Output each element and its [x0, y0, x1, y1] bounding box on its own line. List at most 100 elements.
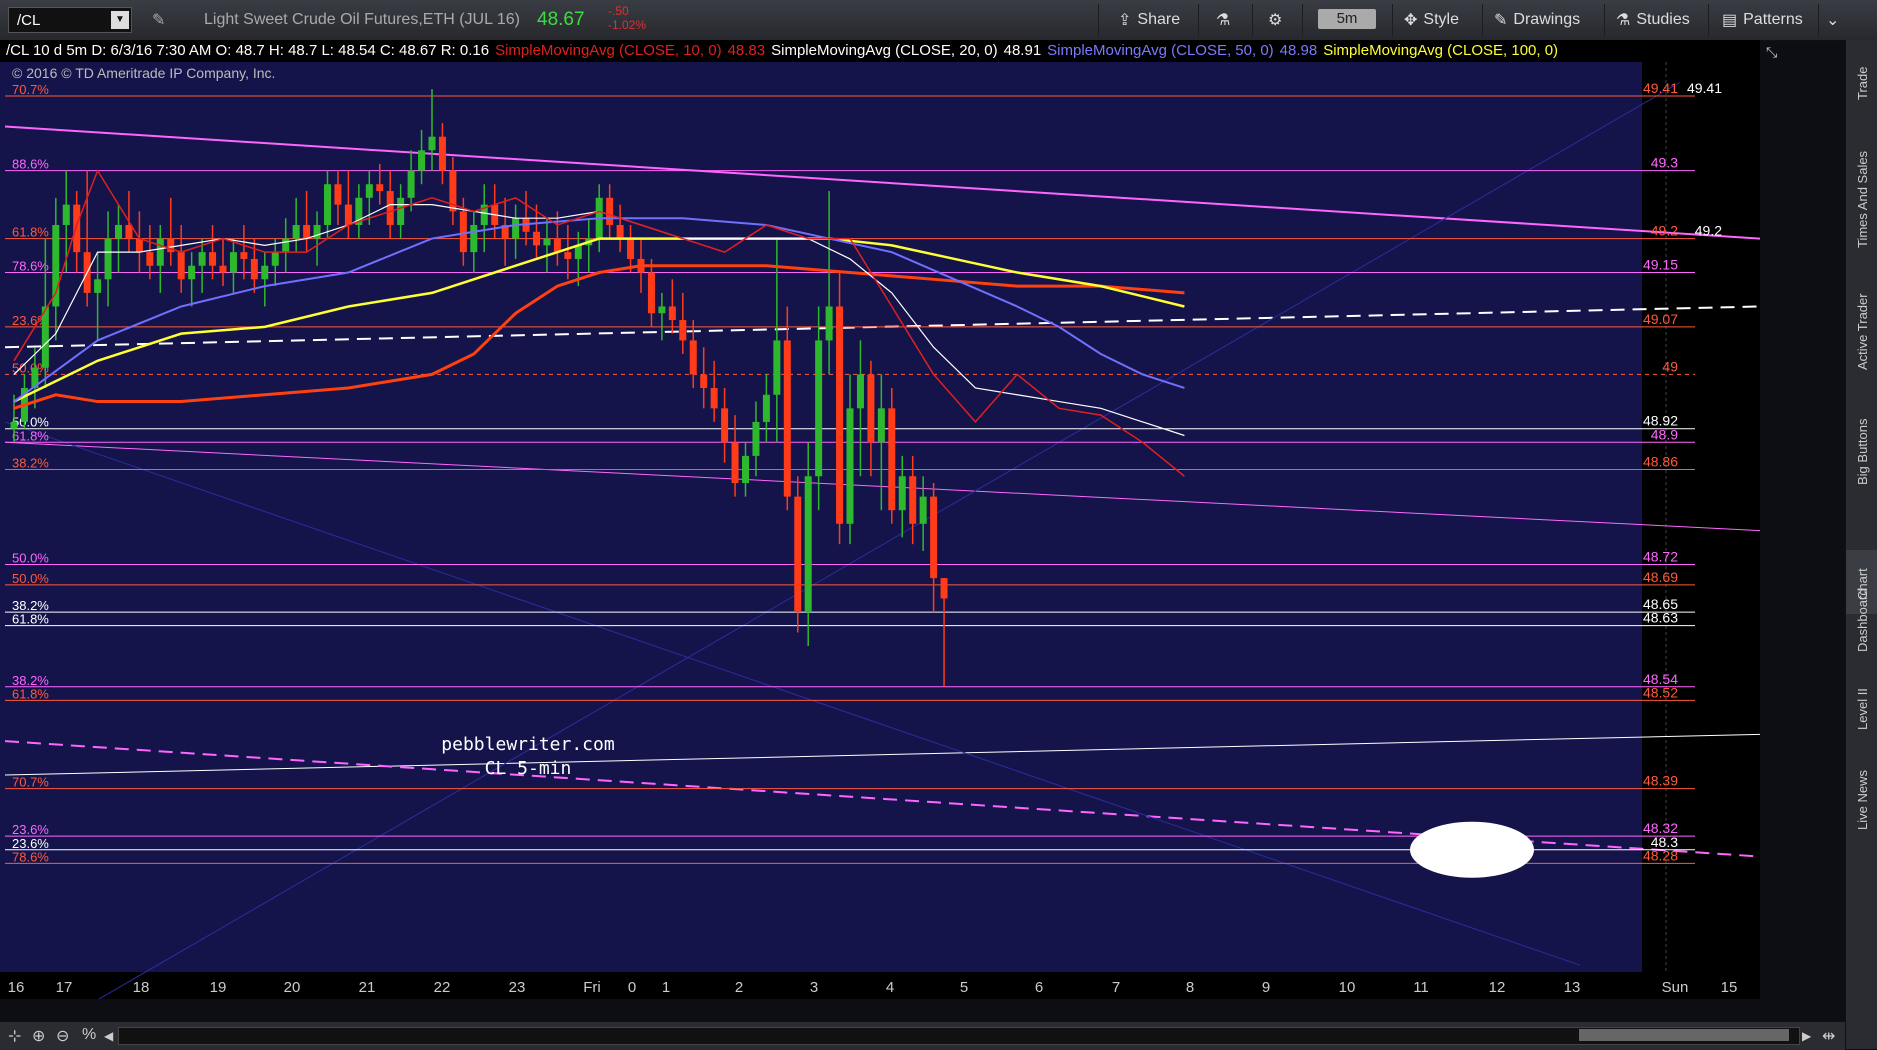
candle-body [888, 408, 896, 511]
x-tick-label: 10 [1339, 979, 1356, 996]
patterns-button[interactable]: ▤ Patterns [1722, 10, 1803, 30]
style-button[interactable]: ✥ Style [1404, 10, 1459, 30]
candle-body [282, 238, 290, 253]
candle-body [397, 197, 405, 225]
x-tick-label: 7 [1112, 979, 1120, 996]
sma20-value: 48.91 [1003, 42, 1042, 59]
fit-icon[interactable]: ⇹ [1822, 1026, 1835, 1046]
chevron-down-icon: ⌄ [1826, 12, 1840, 29]
net-change: -.50 [608, 4, 629, 18]
candle-body [700, 374, 708, 388]
more-button[interactable]: ⌄ [1826, 10, 1839, 30]
x-tick-label: 9 [1262, 979, 1270, 996]
candle-body [470, 224, 478, 253]
fib-level-price: 49.2 [1651, 223, 1678, 239]
expand-icon[interactable]: ⤡ [1766, 44, 1777, 61]
flask-button[interactable]: ⚗ [1216, 10, 1230, 30]
fib-level-alt-price: 49.41 [1687, 80, 1722, 96]
candle-body [261, 265, 269, 280]
fib-level-pct: 61.8% [12, 612, 49, 627]
candle-body [564, 252, 572, 259]
zoom-out-icon[interactable]: ⊖ [56, 1026, 69, 1046]
studies-button[interactable]: ⚗ Studies [1616, 10, 1690, 30]
link-icon[interactable]: ✎ [152, 10, 165, 30]
fib-level-pct: 88.6% [12, 157, 49, 172]
symbol-dropdown-icon[interactable]: ▼ [111, 11, 129, 29]
candle-body [867, 374, 875, 443]
timeframe-button[interactable]: 5m [1318, 9, 1376, 29]
candle-body [324, 184, 331, 225]
candle-body [710, 387, 718, 409]
candle-body [606, 197, 614, 225]
x-tick-label: 20 [284, 979, 301, 996]
sma20-label[interactable]: SimpleMovingAvg (CLOSE, 20, 0) [771, 42, 998, 59]
watermark-subtitle: CL 5-min [485, 758, 572, 779]
candle-body [804, 476, 812, 613]
candle-body [773, 340, 781, 395]
copyright-text: © 2016 © TD Ameritrade IP Company, Inc. [12, 65, 275, 81]
sma50-value: 48.98 [1279, 42, 1318, 59]
target-ellipse [1410, 821, 1534, 878]
fib-level-pct: 78.6% [12, 849, 49, 864]
fib-level-pct: 61.8% [12, 225, 49, 240]
drawings-button[interactable]: ✎ Drawings [1494, 10, 1580, 30]
x-tick-label: 11 [1413, 979, 1429, 996]
scroll-left-icon[interactable]: ◀ [104, 1029, 113, 1043]
candle-body [428, 136, 436, 151]
settings-button[interactable]: ⚙ [1268, 10, 1282, 30]
fib-level-pct: 70.7% [12, 82, 49, 97]
candle-body [919, 496, 927, 524]
candle-body [689, 340, 697, 375]
fib-level-price: 48.72 [1643, 549, 1678, 565]
candle-body [721, 408, 729, 443]
price-chart[interactable]: 70.7% 49.41 49.41 88.6% 49.3 61.8% 49.2 49.2 78.… [0, 62, 1760, 999]
candle-body [459, 211, 467, 253]
x-tick-label: 4 [886, 979, 894, 996]
candle-body [104, 238, 112, 280]
fib-level-price: 49.07 [1643, 311, 1678, 327]
x-tick-label: 17 [56, 979, 73, 996]
horizontal-scrollbar[interactable] [118, 1027, 1800, 1045]
candle-body [135, 238, 143, 253]
candle-body [679, 320, 687, 341]
fib-level-price: 49.3 [1651, 155, 1678, 171]
fib-level-pct: 50.0% [12, 551, 49, 566]
last-price: 48.67 [537, 9, 585, 30]
study-legend: /CL 10 d 5m D: 6/3/16 7:30 AM O: 48.7 H:… [0, 40, 1760, 62]
candle-body [543, 238, 551, 246]
pencil-icon: ✎ [1494, 12, 1508, 29]
candle-body [783, 340, 791, 497]
fib-level-price: 48.9 [1651, 426, 1678, 442]
candle-body [731, 442, 739, 484]
candle-body [334, 184, 342, 205]
fib-level-price: 48.52 [1643, 684, 1678, 700]
candle-body [877, 408, 885, 443]
fib-level-price: 48.86 [1643, 453, 1678, 469]
scroll-thumb[interactable] [1579, 1029, 1789, 1041]
ohlc-readout: /CL 10 d 5m D: 6/3/16 7:30 AM O: 48.7 H:… [6, 42, 490, 59]
candle-body [198, 252, 206, 266]
candle-body [62, 204, 70, 225]
sma10-label[interactable]: SimpleMovingAvg (CLOSE, 10, 0) [495, 42, 722, 59]
scroll-right-icon[interactable]: ▶ [1802, 1029, 1811, 1043]
candle-body [898, 476, 906, 511]
candle-body [188, 265, 196, 280]
candle-body [616, 224, 624, 239]
candle-body [115, 224, 122, 239]
zoom-in-icon[interactable]: ⊕ [32, 1026, 45, 1046]
x-tick-label: 0 [628, 979, 636, 996]
fib-level-price: 49 [1662, 358, 1678, 374]
pan-icon[interactable]: ⊹ [8, 1026, 21, 1046]
percent-icon[interactable]: % [82, 1026, 96, 1044]
sma100-label[interactable]: SimpleMovingAvg (CLOSE, 100, 0) [1323, 42, 1558, 59]
fib-level-pct: 61.8% [12, 686, 49, 701]
sma10-value: 48.83 [727, 42, 766, 59]
x-tick-label: 16 [8, 979, 25, 996]
x-tick-label: Sun [1662, 979, 1689, 996]
candle-body [73, 204, 81, 253]
symbol-field[interactable]: /CL ▼ [8, 7, 132, 33]
x-tick-label: 15 [1721, 979, 1738, 996]
sma50-label[interactable]: SimpleMovingAvg (CLOSE, 50, 0) [1047, 42, 1274, 59]
candle-body [668, 306, 676, 321]
share-button[interactable]: ⇪ Share [1118, 10, 1180, 30]
